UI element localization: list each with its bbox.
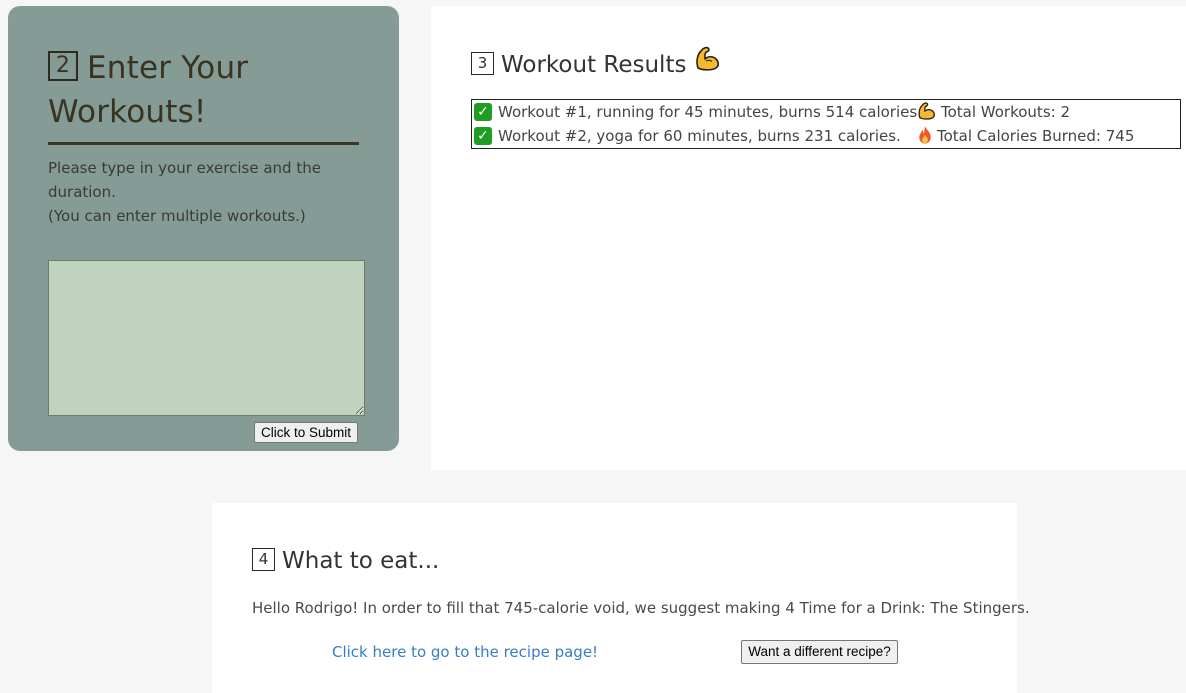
instruction-line: Please type in your exercise and the dur… bbox=[48, 159, 321, 201]
flexed-biceps-icon bbox=[694, 45, 722, 80]
check-mark-icon: ✓ bbox=[474, 126, 492, 145]
flexed-biceps-icon bbox=[918, 102, 935, 120]
check-mark-icon: ✓ bbox=[474, 102, 492, 121]
enter-instructions: Please type in your exercise and the dur… bbox=[48, 156, 348, 228]
instruction-line: (You can enter multiple workouts.) bbox=[48, 207, 306, 225]
enter-workouts-heading: 2 Enter Your Workouts! bbox=[48, 46, 359, 145]
total-workouts-text: Total Workouts: 2 bbox=[941, 103, 1070, 121]
workout-result-text: Workout #1, running for 45 minutes, burn… bbox=[498, 103, 922, 121]
total-calories-stat: Total Calories Burned: 745 bbox=[917, 125, 1135, 146]
step-number-badge: 3 bbox=[471, 52, 494, 75]
what-to-eat-heading: 4 What to eat... bbox=[252, 545, 439, 577]
enter-workouts-title: Enter Your Workouts! bbox=[48, 50, 249, 130]
recipe-suggestion-text: Hello Rodrigo! In order to fill that 745… bbox=[252, 599, 1030, 617]
workout-result-row: ✓ Workout #2, yoga for 60 minutes, burns … bbox=[474, 126, 901, 146]
workout-results-heading: 3 Workout Results bbox=[471, 45, 722, 83]
workout-results-panel: 3 Workout Results ✓ Workout #1, running fo… bbox=[431, 6, 1186, 470]
workout-result-text: Workout #2, yoga for 60 minutes, burns 2… bbox=[498, 127, 901, 145]
what-to-eat-title: What to eat... bbox=[282, 548, 440, 574]
recipe-page-link[interactable]: Click here to go to the recipe page! bbox=[332, 641, 598, 663]
different-recipe-button[interactable]: Want a different recipe? bbox=[741, 640, 898, 664]
workout-result-row: ✓ Workout #1, running for 45 minutes, bur… bbox=[474, 102, 922, 122]
workout-results-title: Workout Results bbox=[501, 52, 687, 78]
what-to-eat-panel: 4 What to eat... Hello Rodrigo! In order … bbox=[212, 503, 1030, 693]
results-table: ✓ Workout #1, running for 45 minutes, bur… bbox=[471, 99, 1181, 149]
total-workouts-stat: Total Workouts: 2 bbox=[917, 102, 1070, 122]
submit-button[interactable]: Click to Submit bbox=[254, 422, 358, 443]
step-number-badge: 4 bbox=[252, 548, 275, 571]
enter-workouts-panel: 2 Enter Your Workouts! Please type in you… bbox=[8, 6, 399, 451]
workout-textarea[interactable] bbox=[48, 260, 365, 416]
fire-icon bbox=[919, 125, 931, 144]
step-number-badge: 2 bbox=[48, 50, 78, 81]
total-calories-text: Total Calories Burned: 745 bbox=[937, 127, 1135, 145]
